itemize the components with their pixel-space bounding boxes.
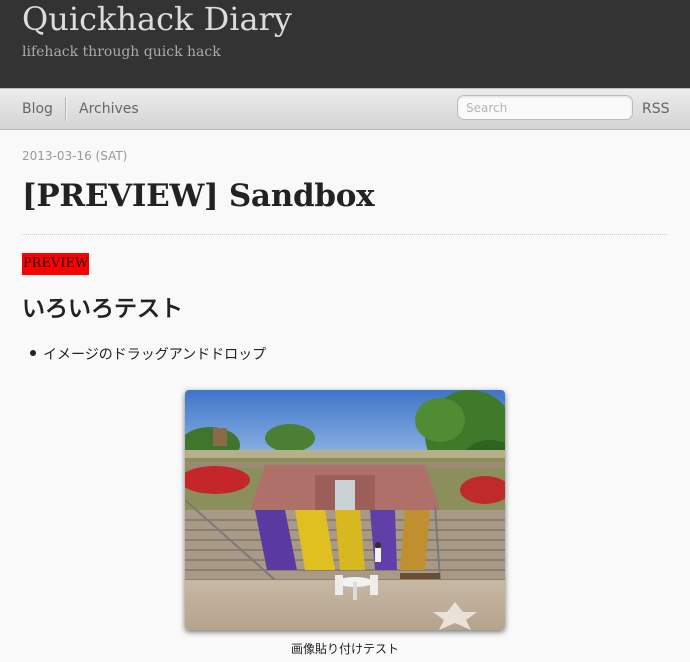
site-tagline: lifehack through quick hack — [22, 44, 221, 60]
nav-blog-link[interactable]: Blog — [22, 89, 53, 129]
site-header: Quickhack Diary lifehack through quick h… — [0, 0, 690, 88]
list-item-text: イメージのドラッグアンドドロップ — [43, 347, 267, 363]
bullet-list: イメージのドラッグアンドドロップ — [30, 344, 266, 364]
search-input[interactable] — [457, 95, 633, 120]
section-heading: いろいろテスト — [22, 296, 183, 322]
bullet-dot — [30, 350, 36, 356]
list-item: イメージのドラッグアンドドロップ — [30, 344, 266, 364]
amphitheater-photo — [185, 390, 505, 630]
rss-link[interactable]: RSS — [642, 89, 670, 129]
nav-divider — [65, 97, 67, 121]
post-title[interactable]: [PREVIEW] Sandbox — [22, 178, 375, 214]
post-date: 2013-03-16 (SAT) — [22, 149, 128, 163]
preview-badge: PREVIEW — [22, 253, 90, 275]
nav-archives-link[interactable]: Archives — [79, 89, 139, 129]
image-caption: 画像貼り付けテスト — [290, 642, 399, 656]
title-divider — [22, 234, 667, 235]
nav-bar: Blog Archives RSS — [0, 88, 690, 130]
site-title[interactable]: Quickhack Diary — [22, 0, 292, 38]
post-image[interactable] — [185, 390, 505, 630]
